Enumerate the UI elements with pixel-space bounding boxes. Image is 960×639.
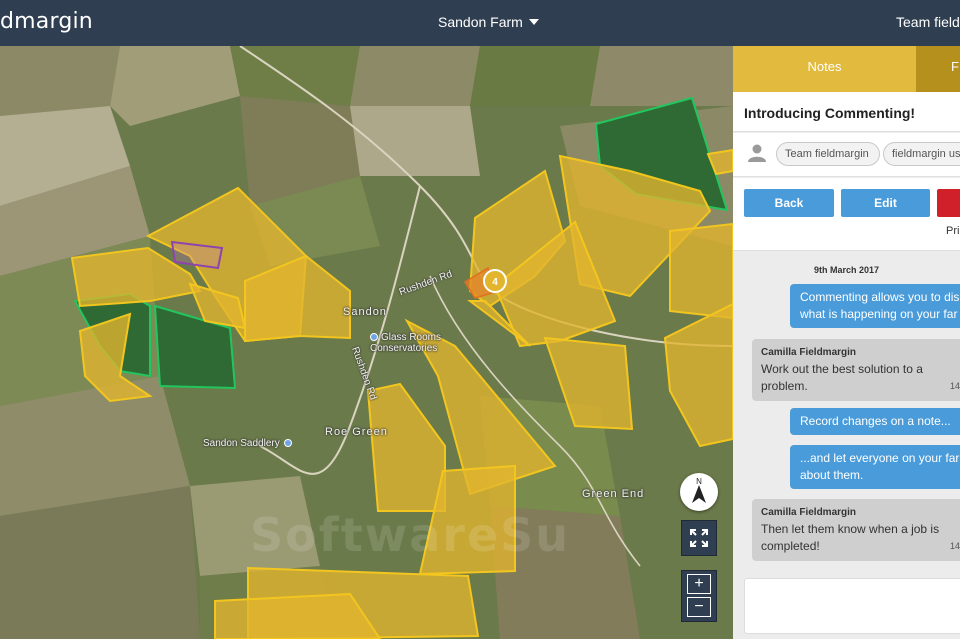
tab-fields[interactable]: F [916,46,960,92]
location-pin-icon [283,439,292,448]
comment-time: 14 [950,541,960,551]
compass-button[interactable]: N [680,473,718,511]
map-label-roe-green: Roe Green [325,426,388,438]
edit-button[interactable]: Edit [841,189,930,217]
notes-panel: Notes F Introducing Commenting! Team fie… [733,46,960,639]
comment-incoming: Camilla Fieldmargin Work out the best so… [752,339,960,401]
back-button[interactable]: Back [744,189,834,217]
comment-outgoing: Record changes on a note... [790,408,960,435]
chat-date: 9th March 2017 [813,265,880,275]
map-label-sandon-saddlery: Sandon Saddlery [203,438,295,449]
zoom-controls: + − [681,570,717,622]
location-pin-icon [370,333,378,342]
note-title: Introducing Commenting! [744,105,916,121]
comment-thread[interactable]: 9th March 2017 Commenting allows you to … [733,252,960,572]
comment-time: 14 [950,381,960,391]
comment-outgoing: Commenting allows you to dis what is hap… [790,284,960,328]
assignee-chip[interactable]: Team fieldmargin [776,142,880,166]
comment-incoming: Camilla Fieldmargin Then let them know w… [752,499,960,561]
team-menu[interactable]: Team fieldmargin [896,14,960,30]
map-view[interactable]: 4 Sandon Glass Rooms Conservatories Rush… [0,46,733,639]
note-marker-count[interactable]: 4 [492,277,498,288]
caret-down-icon [528,19,539,25]
map-label-green-end: Green End [582,488,645,500]
assignee-row: Team fieldmargin fieldmargin us [733,133,960,177]
note-actions: Back Edit Pri [733,178,960,251]
farm-name: Sandon Farm [438,14,523,30]
priority-label[interactable]: Pri [946,225,959,237]
note-header: Introducing Commenting! [733,92,960,132]
tab-notes[interactable]: Notes [733,46,916,92]
farm-selector[interactable]: Sandon Farm [438,14,539,30]
top-bar: dmargin Sandon Farm Team fieldmargin [0,0,960,46]
comment-author: Camilla Fieldmargin [761,507,857,518]
comment-input[interactable] [744,578,960,634]
comment-outgoing: ...and let everyone on your far about th… [790,445,960,489]
zoom-in-button[interactable]: + [687,574,711,594]
delete-button[interactable] [937,189,960,217]
watermark: SoftwareSu [250,508,571,562]
expand-icon [690,529,708,547]
north-arrow-icon [692,485,706,503]
user-icon [748,144,766,162]
comment-author: Camilla Fieldmargin [761,347,857,358]
zoom-out-button[interactable]: − [687,597,711,617]
app-logo[interactable]: dmargin [0,9,93,34]
assignee-chip[interactable]: fieldmargin us [883,142,960,166]
map-label-sandon: Sandon [343,306,387,318]
panel-tabs: Notes F [733,46,960,92]
map-label-glass-rooms: Glass Rooms Conservatories [370,332,442,354]
fullscreen-button[interactable] [681,520,717,556]
